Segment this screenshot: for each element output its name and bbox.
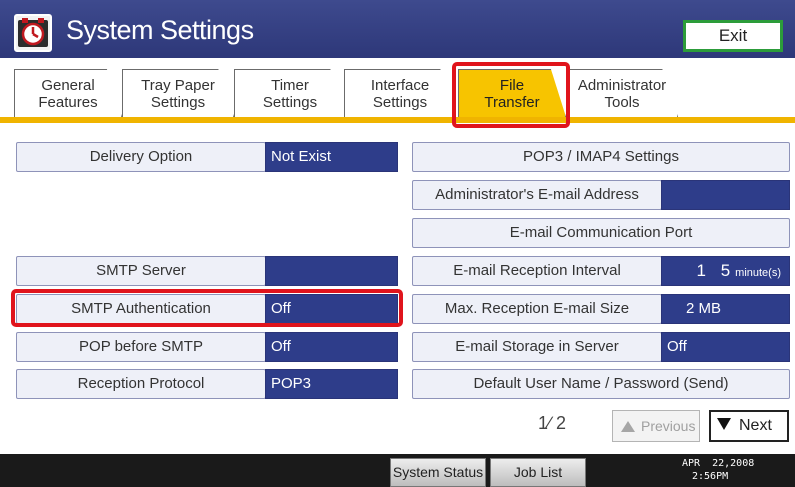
default-user-name-password-send-button[interactable]: Default User Name / Password (Send) bbox=[412, 369, 790, 399]
tab-label-line2: Settings bbox=[262, 94, 318, 111]
job-list-button[interactable]: Job List bbox=[490, 458, 586, 487]
tab-label-line2: Features bbox=[38, 94, 98, 111]
page-indicator: 1∕ 2 bbox=[538, 413, 567, 433]
smtp-authentication-button[interactable]: SMTP Authentication bbox=[16, 294, 266, 324]
pop-before-smtp-value: Off bbox=[265, 332, 398, 362]
email-reception-interval-button[interactable]: E-mail Reception Interval bbox=[412, 256, 662, 286]
smtp-server-button[interactable]: SMTP Server bbox=[16, 256, 266, 286]
smtp-server-value bbox=[265, 256, 398, 286]
pop-before-smtp-button[interactable]: POP before SMTP bbox=[16, 332, 266, 362]
email-storage-in-server-button[interactable]: E-mail Storage in Server bbox=[412, 332, 662, 362]
system-status-button[interactable]: System Status bbox=[390, 458, 486, 487]
reception-interval-number: 1 5 bbox=[696, 261, 736, 280]
date-text: APR 22,2008 bbox=[682, 458, 755, 469]
administrator-email-address-button[interactable]: Administrator's E-mail Address bbox=[412, 180, 662, 210]
tab-label-line2: Transfer bbox=[484, 94, 540, 111]
exit-button[interactable]: Exit bbox=[683, 20, 783, 52]
tab-label-line1: Administrator bbox=[577, 77, 667, 94]
reception-protocol-value: POP3 bbox=[265, 369, 398, 399]
tab-administrator-tools[interactable]: Administrator Tools bbox=[566, 69, 678, 117]
system-settings-screen: System Settings Exit General Features Tr… bbox=[0, 0, 795, 487]
previous-label: Previous bbox=[641, 418, 696, 434]
max-reception-email-size-value: 2 MB bbox=[661, 294, 790, 324]
down-arrow-icon bbox=[717, 418, 731, 430]
tab-label-line1: Timer bbox=[271, 77, 309, 94]
next-button[interactable]: Next bbox=[709, 410, 789, 442]
up-arrow-icon bbox=[621, 421, 635, 432]
email-storage-in-server-value: Off bbox=[661, 332, 790, 362]
time-text: 2:56PM bbox=[692, 471, 729, 482]
date-time-display: APR 22,2008 2:56PM bbox=[682, 457, 754, 483]
tab-timer-settings[interactable]: Timer Settings bbox=[234, 69, 346, 117]
window-title: System Settings bbox=[66, 15, 254, 45]
administrator-email-address-value bbox=[661, 180, 790, 210]
title-bar: System Settings Exit bbox=[0, 0, 795, 66]
tab-tray-paper-settings[interactable]: Tray Paper Settings bbox=[122, 69, 234, 117]
email-communication-port-button[interactable]: E-mail Communication Port bbox=[412, 218, 790, 248]
tab-general-features[interactable]: General Features bbox=[14, 69, 122, 117]
smtp-authentication-value: Off bbox=[265, 294, 398, 324]
tab-label-line2: Tools bbox=[604, 94, 640, 111]
pop3-imap4-settings-button[interactable]: POP3 / IMAP4 Settings bbox=[412, 142, 790, 172]
tab-interface-settings[interactable]: Interface Settings bbox=[344, 69, 456, 117]
tab-label-line2: Settings bbox=[372, 94, 428, 111]
tab-label-line1: General bbox=[41, 77, 95, 94]
tab-label-line1: Tray Paper bbox=[141, 77, 215, 94]
tab-underline bbox=[0, 117, 795, 123]
tab-label-line1: Interface bbox=[370, 77, 430, 94]
tab-file-transfer[interactable]: File Transfer bbox=[458, 69, 566, 117]
email-reception-interval-value: 1 5minute(s) bbox=[661, 256, 790, 286]
delivery-option-button[interactable]: Delivery Option bbox=[16, 142, 266, 172]
reception-interval-unit: minute(s) bbox=[735, 267, 781, 279]
next-label: Next bbox=[739, 417, 772, 434]
previous-button[interactable]: Previous bbox=[612, 410, 700, 442]
tab-label-line1: File bbox=[499, 77, 525, 94]
max-reception-email-size-button[interactable]: Max. Reception E-mail Size bbox=[412, 294, 662, 324]
delivery-option-value: Not Exist bbox=[265, 142, 398, 172]
reception-protocol-button[interactable]: Reception Protocol bbox=[16, 369, 266, 399]
system-settings-icon bbox=[14, 14, 52, 52]
tab-label-line2: Settings bbox=[150, 94, 206, 111]
